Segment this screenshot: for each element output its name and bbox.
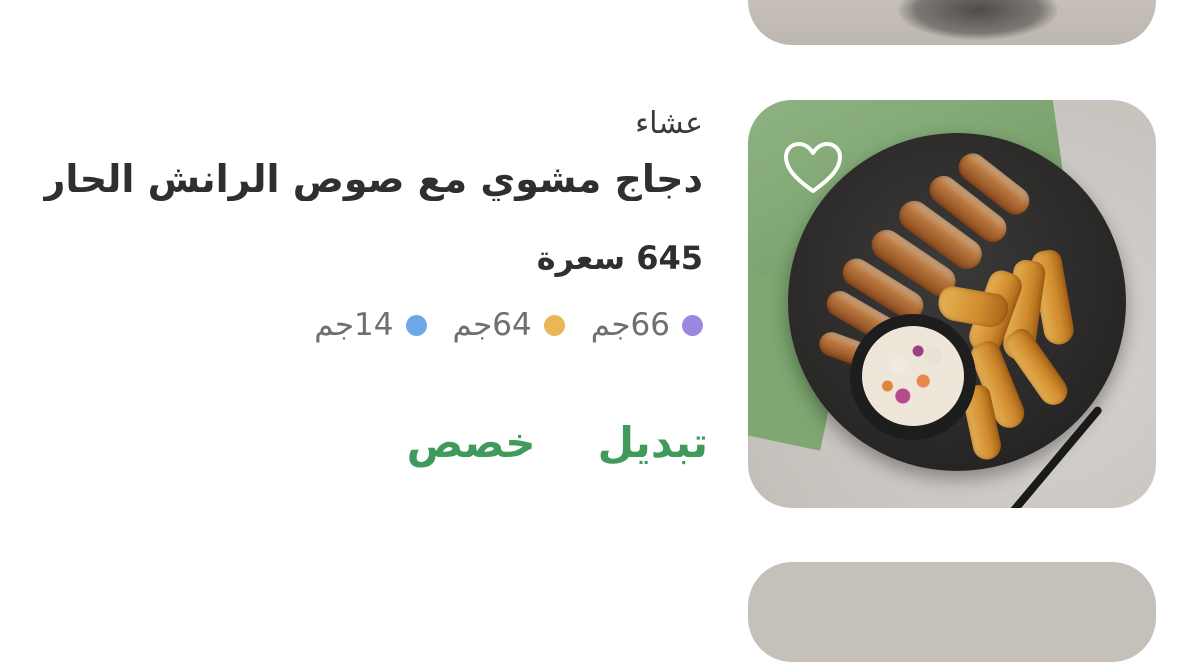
previous-meal-image[interactable] xyxy=(748,0,1156,45)
carbs-dot xyxy=(543,314,565,336)
macro-fat: 14جم xyxy=(314,307,427,343)
meal-type-label: عشاء xyxy=(635,106,703,141)
replace-button[interactable]: تبديل xyxy=(598,418,708,467)
heart-outline-icon[interactable] xyxy=(783,141,843,195)
macro-carbs-value: 64جم xyxy=(452,307,532,343)
fat-dot xyxy=(405,314,427,336)
meal-name[interactable]: دجاج مشوي مع صوص الرانش الحار بالعـ... xyxy=(43,157,703,201)
plate-shadow xyxy=(898,0,1058,40)
protein-dot xyxy=(682,314,703,336)
macros-row: 66جم 64جم 14جم xyxy=(288,307,703,343)
calories-label: 645 سعرة xyxy=(536,239,703,277)
card-actions: تبديل خصص xyxy=(345,418,708,467)
macro-protein: 66جم xyxy=(591,307,703,343)
macro-protein-value: 66جم xyxy=(590,307,670,343)
macro-carbs: 64جم xyxy=(453,307,565,343)
next-meal-image[interactable] xyxy=(748,562,1156,662)
coleslaw xyxy=(862,326,964,426)
macro-fat-value: 14جم xyxy=(314,307,394,343)
customize-button[interactable]: خصص xyxy=(407,418,536,467)
